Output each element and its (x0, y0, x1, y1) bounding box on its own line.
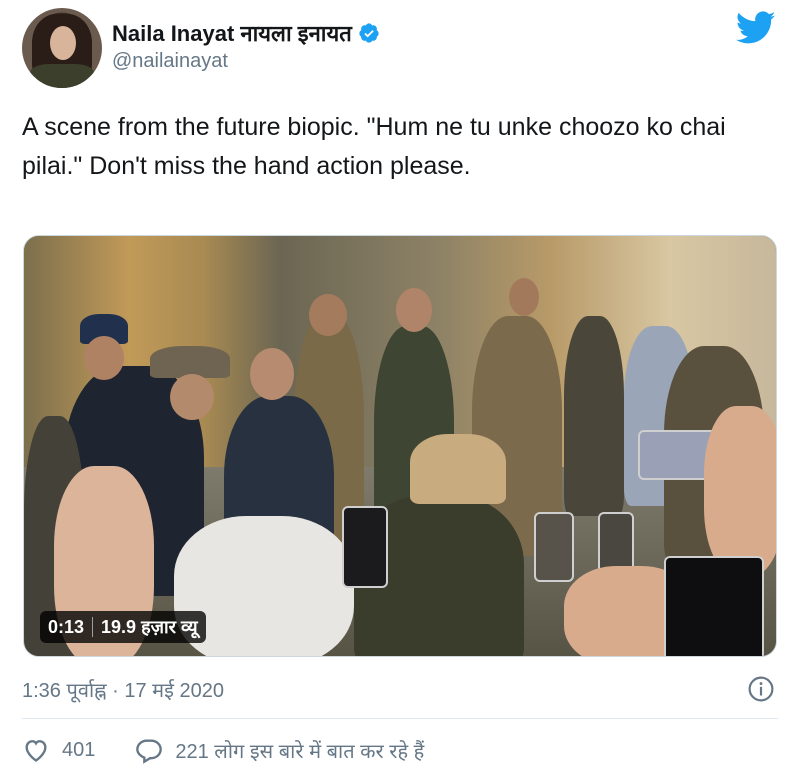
video-duration: 0:13 (48, 616, 85, 637)
tweet-card: Naila Inayat नायला इनायत @nailainayat A … (0, 0, 800, 782)
author-name-row: Naila Inayat नायला इनायत (112, 18, 380, 48)
tweet-actions: 401 221 लोग इस बारे में बात कर रहे हैं (22, 736, 464, 764)
video-figure-head (84, 336, 124, 380)
verified-badge-icon (359, 23, 379, 43)
replies-text: 221 लोग इस बारे में बात कर रहे हैं (175, 740, 425, 763)
info-icon[interactable] (748, 676, 774, 702)
video-player[interactable] (23, 235, 777, 657)
video-figure-head (509, 278, 539, 316)
video-phone (534, 512, 574, 582)
avatar[interactable] (22, 8, 102, 88)
footer-divider (22, 718, 778, 719)
video-figure-head (250, 348, 294, 400)
avatar-shirt (30, 64, 94, 88)
comment-icon (136, 739, 163, 764)
video-phone (342, 506, 388, 588)
like-count: 401 (62, 738, 96, 761)
author-handle[interactable]: @nailainayat (112, 50, 228, 73)
reply-button[interactable]: 221 लोग इस बारे में बात कर रहे हैं (135, 736, 424, 764)
video-phone (664, 556, 764, 656)
video-figure-head (396, 288, 432, 332)
tweet-timestamp[interactable]: 1:36 पूर्वाह्न · 17 मई 2020 (22, 676, 224, 703)
author-display-name[interactable]: Naila Inayat नायला इनायत (112, 18, 352, 48)
video-figure-cap (410, 434, 506, 504)
video-figure (564, 316, 624, 516)
video-figure-head (170, 374, 214, 420)
like-button[interactable]: 401 (22, 736, 95, 764)
video-views: 19.9 हज़ार व्यू (101, 617, 198, 637)
twitter-bird-icon[interactable] (736, 10, 776, 46)
video-figure-head (309, 294, 347, 336)
video-hand (704, 406, 776, 576)
video-stats-badge: 0:13 19.9 हज़ार व्यू (40, 611, 206, 643)
avatar-face (50, 26, 76, 60)
tweet-text: A scene from the future biopic. "Hum ne … (22, 113, 726, 180)
heart-icon (25, 740, 47, 762)
